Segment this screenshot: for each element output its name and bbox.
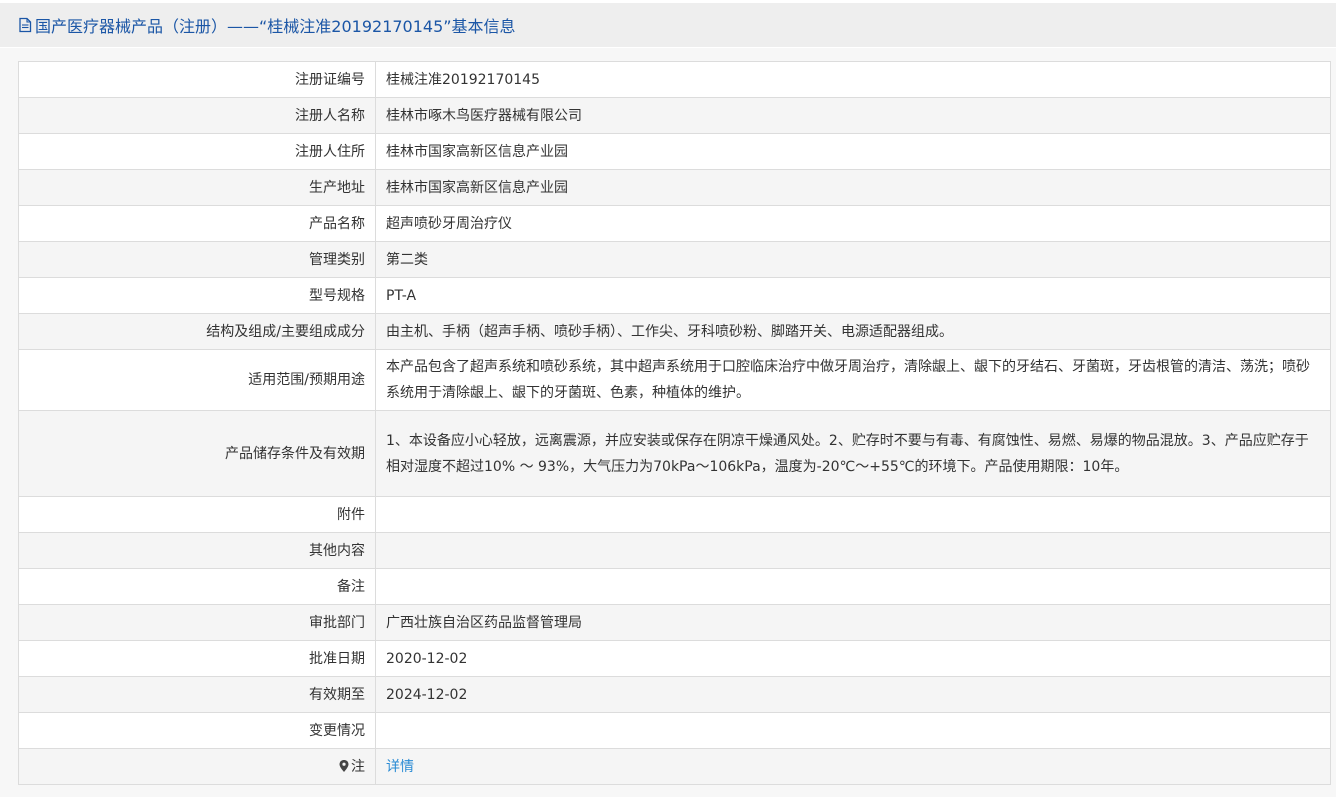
table-row: 审批部门 广西壮族自治区药品监督管理局 [18, 604, 1331, 641]
note-label: 注 [351, 758, 365, 775]
row-value: 广西壮族自治区药品监督管理局 [375, 604, 1331, 641]
table-row: 型号规格 PT-A [18, 277, 1331, 314]
row-value: 桂林市国家高新区信息产业园 [375, 169, 1331, 206]
table-row: 产品名称 超声喷砂牙周治疗仪 [18, 205, 1331, 242]
row-label: 型号规格 [18, 277, 376, 314]
table-row: 其他内容 [18, 532, 1331, 569]
table-row: 管理类别 第二类 [18, 241, 1331, 278]
row-value: 桂林市啄木鸟医疗器械有限公司 [375, 97, 1331, 134]
page-title: 国产医疗器械产品（注册）——“桂械注准20192170145”基本信息 [35, 17, 516, 36]
row-value: PT-A [375, 277, 1331, 314]
note-value-cell: 详情 [375, 748, 1331, 785]
table-row: 注册证编号 桂械注准20192170145 [18, 61, 1331, 98]
table-row: 变更情况 [18, 712, 1331, 749]
row-label: 有效期至 [18, 676, 376, 713]
row-label: 适用范围/预期用途 [18, 349, 376, 411]
row-label: 产品储存条件及有效期 [18, 410, 376, 497]
table-row: 备注 [18, 568, 1331, 605]
table-row: 结构及组成/主要组成成分 由主机、手柄（超声手柄、喷砂手柄）、工作尖、牙科喷砂粉… [18, 313, 1331, 350]
row-value: 本产品包含了超声系统和喷砂系统，其中超声系统用于口腔临床治疗中做牙周治疗，清除龈… [375, 349, 1331, 411]
row-value: 第二类 [375, 241, 1331, 278]
table-row: 注册人名称 桂林市啄木鸟医疗器械有限公司 [18, 97, 1331, 134]
table-row: 适用范围/预期用途 本产品包含了超声系统和喷砂系统，其中超声系统用于口腔临床治疗… [18, 349, 1331, 411]
row-label: 变更情况 [18, 712, 376, 749]
header-title-group: 国产医疗器械产品（注册）——“桂械注准20192170145”基本信息 [18, 3, 516, 47]
table-row: 注册人住所 桂林市国家高新区信息产业园 [18, 133, 1331, 170]
row-label: 生产地址 [18, 169, 376, 206]
row-label: 管理类别 [18, 241, 376, 278]
table-row: 有效期至 2024-12-02 [18, 676, 1331, 713]
table-row: 生产地址 桂林市国家高新区信息产业园 [18, 169, 1331, 206]
page-header: 国产医疗器械产品（注册）——“桂械注准20192170145”基本信息 [0, 3, 1336, 47]
row-value: 2024-12-02 [375, 676, 1331, 713]
table-row: 附件 [18, 496, 1331, 533]
note-row: 注 详情 [18, 748, 1331, 785]
row-label: 注册人名称 [18, 97, 376, 134]
row-value: 由主机、手柄（超声手柄、喷砂手柄）、工作尖、牙科喷砂粉、脚踏开关、电源适配器组成… [375, 313, 1331, 350]
row-value: 1、本设备应小心轻放，远离震源，并应安装或保存在阴凉干燥通风处。2、贮存时不要与… [375, 410, 1331, 497]
row-value: 超声喷砂牙周治疗仪 [375, 205, 1331, 242]
document-icon [18, 17, 32, 33]
table-row: 产品储存条件及有效期 1、本设备应小心轻放，远离震源，并应安装或保存在阴凉干燥通… [18, 410, 1331, 497]
row-value: 2020-12-02 [375, 640, 1331, 677]
note-label-cell: 注 [18, 748, 376, 785]
pin-icon [338, 759, 350, 773]
info-panel: 注册证编号 桂械注准20192170145 注册人名称 桂林市啄木鸟医疗器械有限… [0, 48, 1336, 797]
row-label: 结构及组成/主要组成成分 [18, 313, 376, 350]
row-label: 其他内容 [18, 532, 376, 569]
row-value [375, 496, 1331, 533]
row-label: 注册证编号 [18, 61, 376, 98]
row-label: 审批部门 [18, 604, 376, 641]
row-value [375, 532, 1331, 569]
details-link[interactable]: 详情 [386, 759, 414, 775]
registration-info-table: 注册证编号 桂械注准20192170145 注册人名称 桂林市啄木鸟医疗器械有限… [18, 61, 1331, 785]
row-value: 桂林市国家高新区信息产业园 [375, 133, 1331, 170]
row-label: 批准日期 [18, 640, 376, 677]
row-label: 备注 [18, 568, 376, 605]
row-label: 注册人住所 [18, 133, 376, 170]
table-row: 批准日期 2020-12-02 [18, 640, 1331, 677]
row-label: 附件 [18, 496, 376, 533]
row-value [375, 568, 1331, 605]
row-value [375, 712, 1331, 749]
row-value: 桂械注准20192170145 [375, 61, 1331, 98]
row-label: 产品名称 [18, 205, 376, 242]
